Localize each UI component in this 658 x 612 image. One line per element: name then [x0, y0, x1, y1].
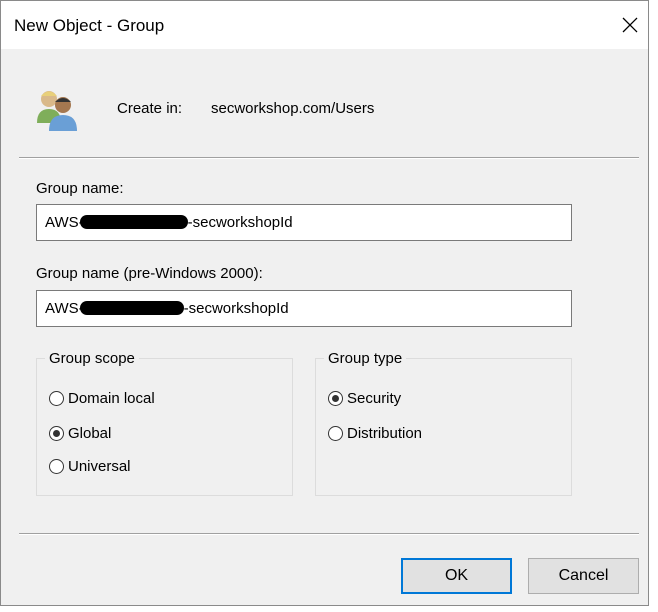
radio-label: Distribution — [347, 425, 423, 442]
radio-circle-checked — [328, 391, 343, 406]
value-suffix: -secworkshopId — [187, 214, 293, 231]
radio-circle-checked — [49, 426, 64, 441]
group-users-icon — [37, 91, 77, 131]
ok-button[interactable]: OK — [401, 558, 512, 594]
close-button[interactable] — [613, 9, 647, 41]
cancel-button[interactable]: Cancel — [528, 558, 639, 594]
group-name-pre2000-input[interactable]: AWS- -secworkshopId — [36, 290, 572, 327]
radio-label: Global — [68, 425, 112, 442]
create-in-value: secworkshop.com/Users — [211, 100, 375, 117]
close-icon — [622, 17, 638, 33]
dialog-title: New Object - Group — [14, 16, 165, 35]
radio-label: Universal — [68, 458, 131, 475]
radio-distribution[interactable]: Distribution — [328, 425, 422, 442]
create-in-label: Create in: — [117, 100, 183, 117]
radio-label: Security — [347, 390, 402, 407]
title-bar: New Object - Group — [1, 1, 648, 49]
group-scope-box: Group scope Domain local Global Universa… — [36, 350, 293, 496]
new-object-group-dialog: New Object - Group Create in: secworksho… — [0, 0, 649, 606]
radio-circle — [49, 391, 64, 406]
value-prefix: AWS- — [45, 300, 84, 317]
value-prefix: AWS- — [45, 214, 84, 231]
radio-circle — [328, 426, 343, 441]
group-name-pre2000-label: Group name (pre-Windows 2000): — [36, 265, 263, 282]
radio-circle — [49, 459, 64, 474]
group-type-legend: Group type — [324, 350, 407, 367]
radio-domain-local[interactable]: Domain local — [49, 390, 155, 407]
radio-label: Domain local — [68, 390, 155, 407]
group-name-label: Group name: — [36, 180, 124, 197]
redaction — [79, 301, 184, 315]
group-name-input[interactable]: AWS- -secworkshopId — [36, 204, 572, 241]
background-window — [648, 0, 658, 612]
group-type-box: Group type Security Distribution — [315, 350, 572, 496]
radio-security[interactable]: Security — [328, 390, 401, 407]
value-suffix: -secworkshopId — [183, 300, 289, 317]
redaction — [79, 215, 188, 229]
separator — [19, 157, 639, 159]
radio-global[interactable]: Global — [49, 425, 111, 442]
radio-universal[interactable]: Universal — [49, 458, 131, 475]
group-scope-legend: Group scope — [45, 350, 139, 367]
separator — [19, 533, 639, 535]
